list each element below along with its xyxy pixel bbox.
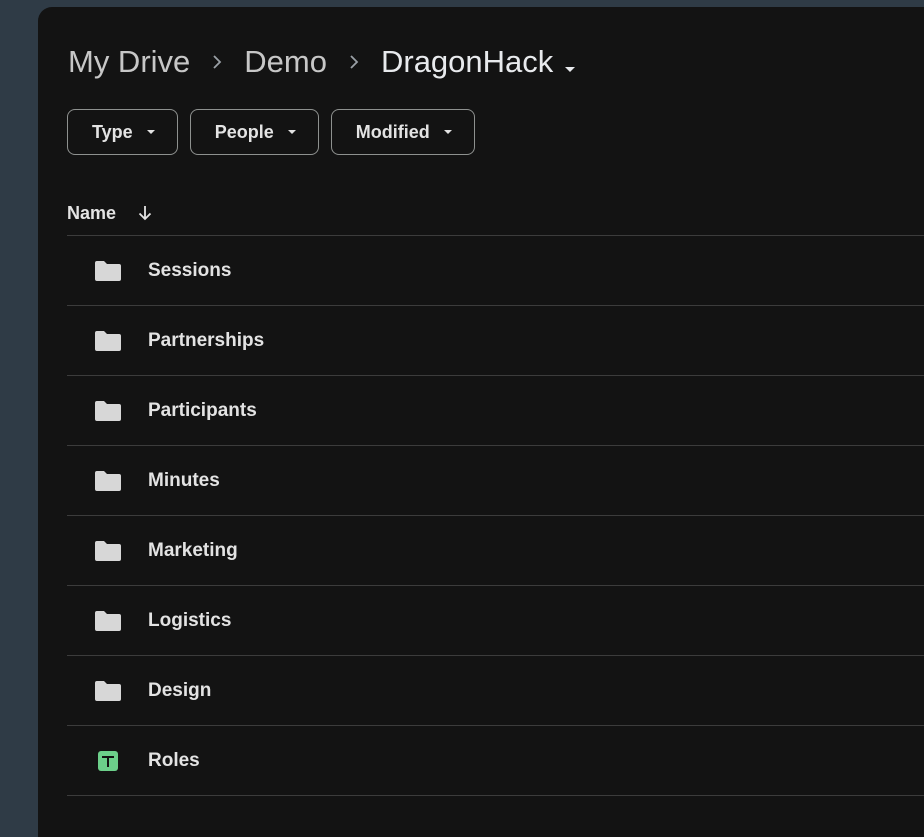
file-name: Marketing (148, 539, 238, 561)
breadcrumb-demo[interactable]: Demo (243, 44, 328, 80)
caret-down-icon (146, 130, 155, 134)
breadcrumb-my-drive[interactable]: My Drive (67, 44, 191, 80)
folder-icon (93, 609, 123, 633)
file-row-sessions[interactable]: Sessions (67, 236, 924, 306)
file-row-marketing[interactable]: Marketing (67, 516, 924, 586)
caret-down-icon (287, 130, 296, 134)
chevron-right-icon (191, 40, 243, 84)
caret-down-icon (443, 130, 452, 134)
file-name: Sessions (148, 259, 232, 281)
filter-chips: Type People Modified (67, 109, 475, 155)
breadcrumb-current-label: DragonHack (380, 44, 554, 79)
file-row-roles[interactable]: Roles (67, 726, 924, 796)
arrow-down-icon[interactable] (138, 204, 152, 222)
file-name: Partnerships (148, 329, 265, 351)
file-name: Design (148, 679, 212, 701)
file-list: Sessions Partnerships Participants Minut… (67, 235, 924, 796)
folder-icon (93, 469, 123, 493)
filter-modified-chip[interactable]: Modified (330, 109, 475, 155)
chevron-right-icon (328, 40, 380, 84)
filter-people-chip[interactable]: People (189, 109, 319, 155)
file-name: Participants (148, 399, 257, 421)
file-name: Minutes (148, 469, 220, 491)
folder-icon (93, 399, 123, 423)
breadcrumb: My Drive Demo DragonHack (67, 40, 576, 84)
file-row-partnerships[interactable]: Partnerships (67, 306, 924, 376)
file-name: Roles (148, 749, 200, 771)
file-name: Logistics (148, 609, 232, 631)
file-row-minutes[interactable]: Minutes (67, 446, 924, 516)
drive-main-panel: My Drive Demo DragonHack Type People Mod… (38, 7, 924, 837)
caret-down-icon (565, 67, 576, 72)
filter-type-label: Type (92, 121, 133, 142)
folder-icon (93, 679, 123, 703)
file-row-participants[interactable]: Participants (67, 376, 924, 446)
list-header: Name (67, 191, 152, 235)
folder-icon (93, 329, 123, 353)
file-row-logistics[interactable]: Logistics (67, 586, 924, 656)
filter-people-label: People (214, 121, 274, 142)
file-row-design[interactable]: Design (67, 656, 924, 726)
folder-icon (93, 539, 123, 563)
google-sheets-icon (93, 749, 123, 773)
column-header-name[interactable]: Name (67, 203, 116, 224)
filter-modified-label: Modified (355, 121, 430, 142)
filter-type-chip[interactable]: Type (67, 109, 178, 155)
folder-icon (93, 259, 123, 283)
breadcrumb-current-folder[interactable]: DragonHack (380, 44, 576, 80)
